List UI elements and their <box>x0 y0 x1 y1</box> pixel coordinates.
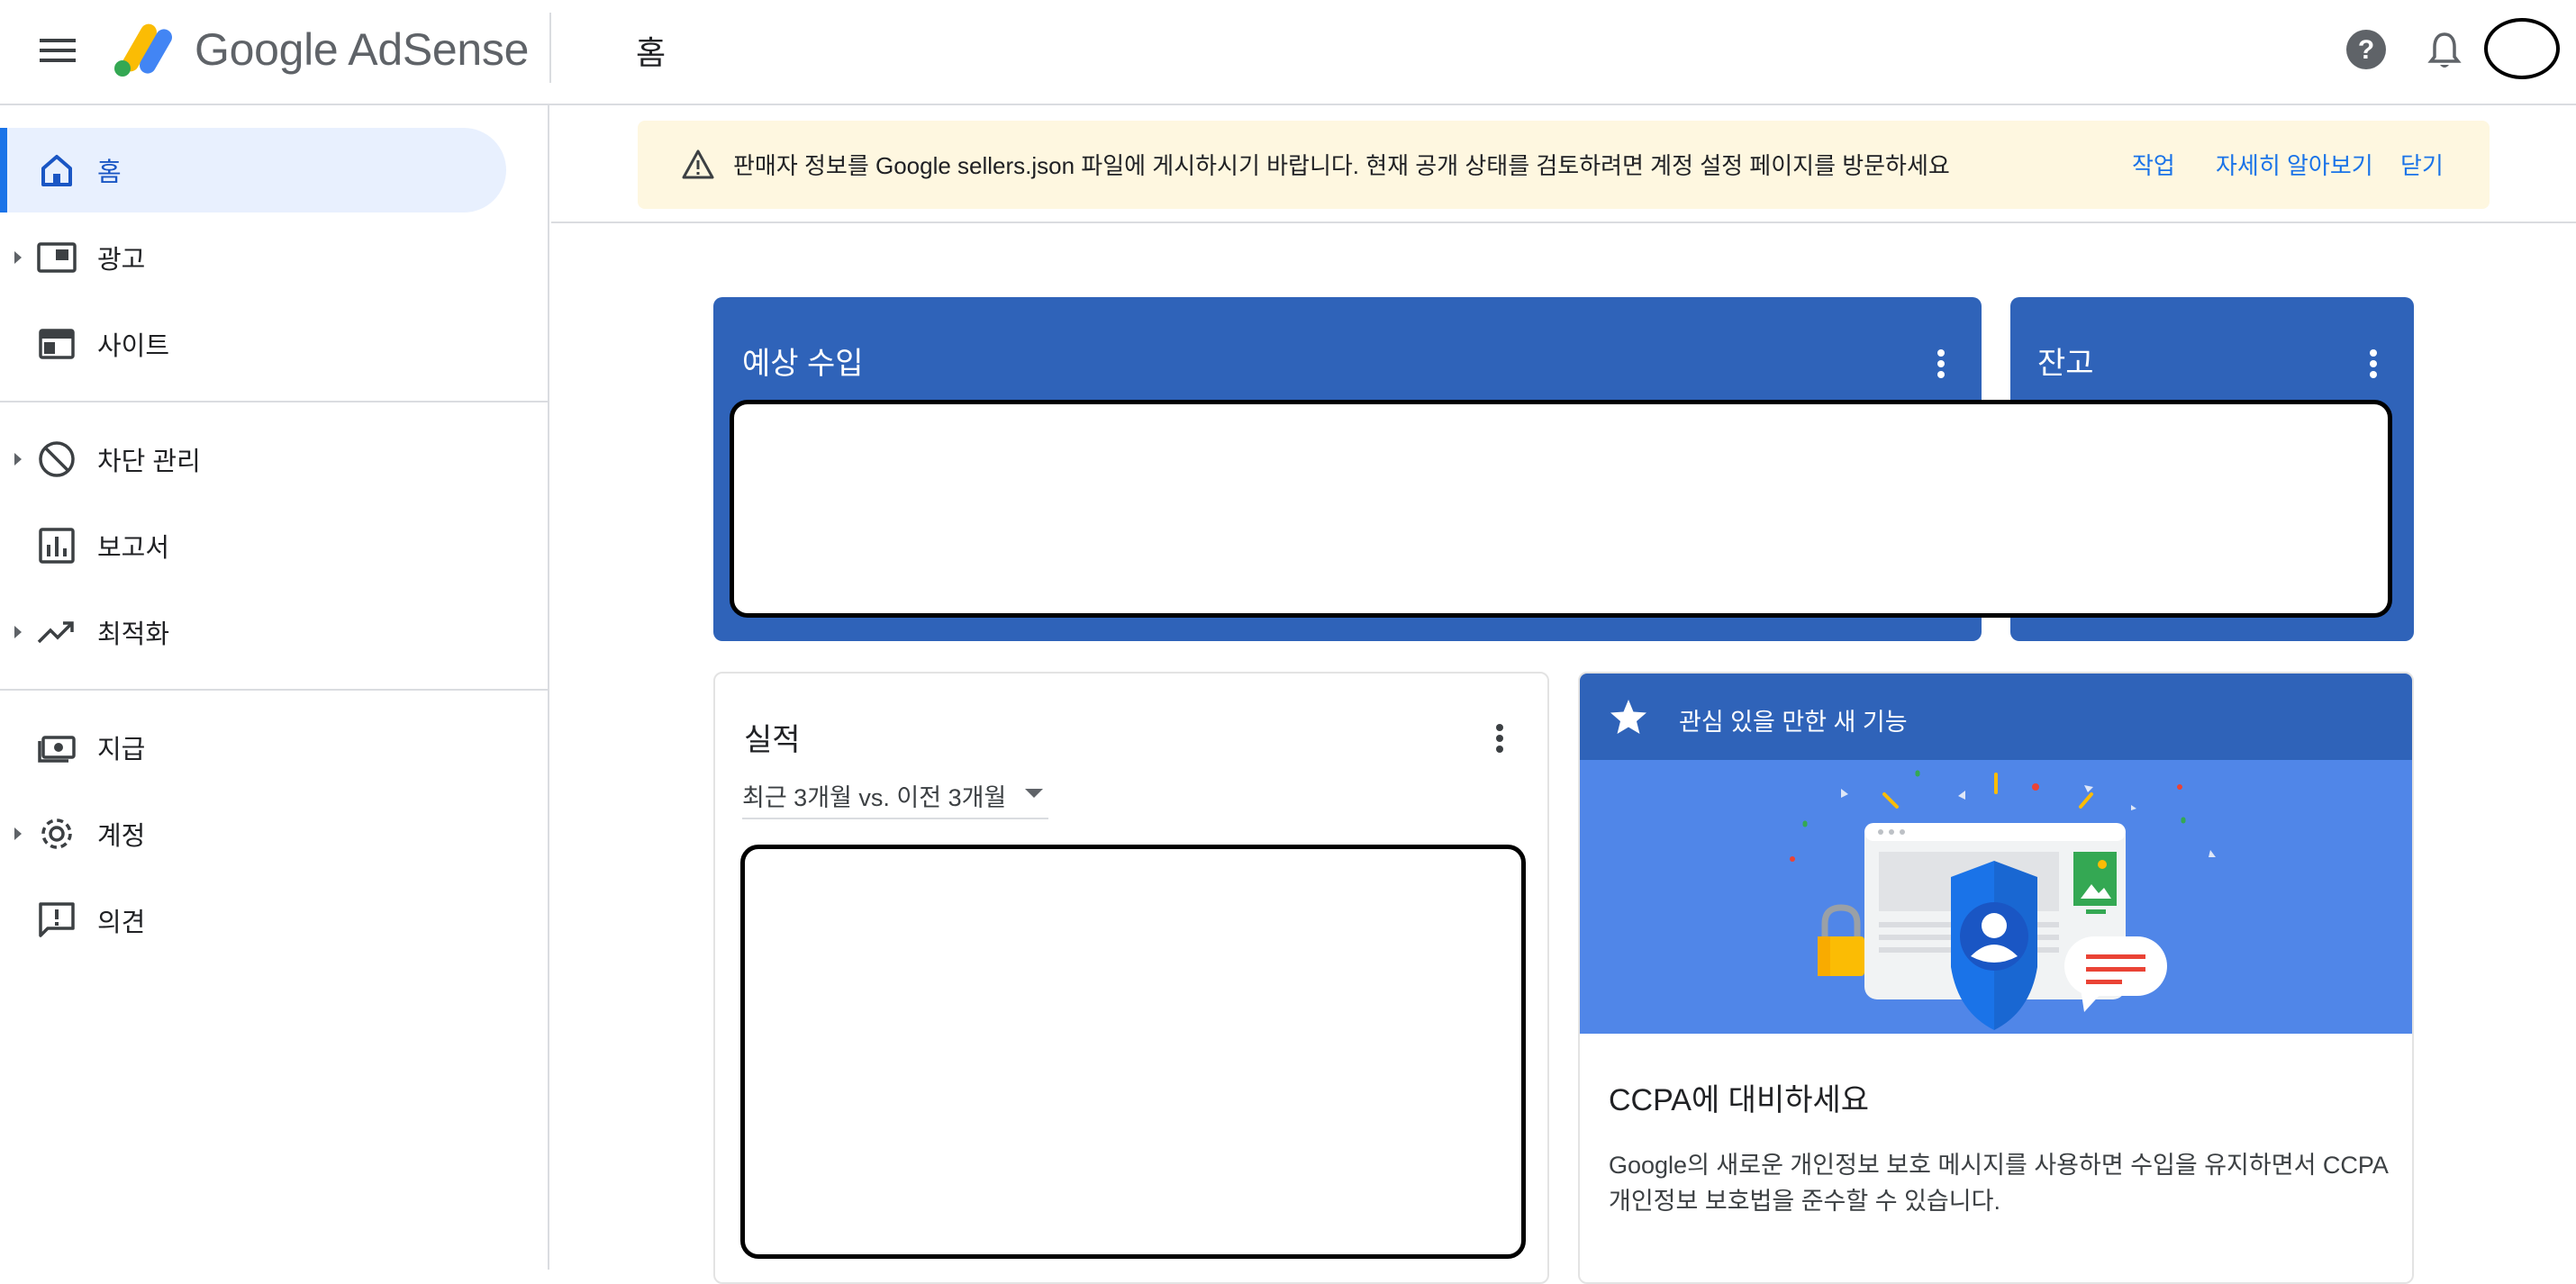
sidebar-nav: 홈 광고 사이트 차단 관리 보고서 최적화 지급 계정 의견 <box>0 105 549 1270</box>
payments-icon <box>36 727 77 768</box>
balance-more-button[interactable] <box>2360 344 2387 387</box>
new-feature-card: 관심 있을 만한 새 기능 CCPA에 대비하세요 Google의 새로운 개인… <box>1578 672 2414 1284</box>
performance-title: 실적 <box>744 723 801 757</box>
feedback-icon <box>36 900 77 941</box>
feature-description: Google의 새로운 개인정보 보호 메시지를 사용하면 수입을 유지하면서 … <box>1609 1152 2388 1215</box>
header-divider <box>549 13 551 83</box>
main-menu-button[interactable] <box>36 29 79 72</box>
feature-card-header: 관심 있을 만한 새 기능 <box>1580 674 2412 760</box>
brand-name: Google AdSense <box>195 24 530 75</box>
block-icon <box>36 439 77 480</box>
gear-icon <box>36 813 77 854</box>
trending-up-icon <box>36 611 77 653</box>
notifications-button[interactable] <box>2421 27 2468 74</box>
hamburger-menu-icon <box>40 37 76 64</box>
sidebar-divider <box>0 689 549 691</box>
more-vert-icon <box>1937 349 1945 378</box>
svg-text:?: ? <box>2358 35 2374 65</box>
balance-title: 잔고 <box>2037 347 2094 381</box>
top-app-bar: Google AdSense 홈 ? <box>0 0 2576 105</box>
dropdown-arrow-icon <box>1025 789 1043 798</box>
sidebar-item-reports[interactable]: 보고서 <box>0 503 504 588</box>
sidebar-item-block-controls[interactable]: 차단 관리 <box>0 417 504 502</box>
more-vert-icon <box>2370 349 2377 378</box>
banner-message: 판매자 정보를 Google sellers.json 파일에 게시하시기 바랍… <box>733 152 1950 179</box>
reports-icon <box>36 525 77 566</box>
ads-icon <box>36 237 77 278</box>
sidebar-item-sites[interactable]: 사이트 <box>0 302 504 386</box>
expand-caret-icon <box>14 453 22 466</box>
sidebar-item-label: 사이트 <box>97 332 170 361</box>
range-select-value: 최근 3개월 vs. 이전 3개월 <box>742 784 1007 811</box>
privacy-illustration <box>1580 760 2412 1034</box>
sidebar-item-label: 홈 <box>97 158 122 187</box>
expand-caret-icon <box>14 626 22 638</box>
sidebar-item-label: 계정 <box>97 822 146 851</box>
sidebar-item-label: 지급 <box>97 736 146 764</box>
performance-more-button[interactable] <box>1486 719 1513 762</box>
banner-close-link[interactable]: 닫기 <box>2400 148 2444 181</box>
sidebar-item-account[interactable]: 계정 <box>0 791 504 876</box>
sellers-json-banner: 판매자 정보를 Google sellers.json 파일에 게시하시기 바랍… <box>638 121 2490 209</box>
estimated-earnings-more-button[interactable] <box>1927 344 1955 387</box>
performance-card: 실적 최근 3개월 vs. 이전 3개월 <box>713 672 1549 1284</box>
sidebar-item-home[interactable]: 홈 <box>0 128 506 212</box>
expand-caret-icon <box>14 251 22 264</box>
star-icon <box>1609 697 1648 737</box>
sidebar-item-label: 차단 관리 <box>97 448 201 476</box>
sidebar-item-label: 최적화 <box>97 620 170 649</box>
sidebar-item-feedback[interactable]: 의견 <box>0 878 504 963</box>
estimated-earnings-title: 예상 수입 <box>742 347 864 381</box>
home-icon <box>36 149 77 191</box>
banner-learn-more-link[interactable]: 자세히 알아보기 <box>2216 148 2373 181</box>
performance-range-select[interactable]: 최근 3개월 vs. 이전 3개월 <box>742 773 1048 819</box>
sidebar-item-label: 광고 <box>97 246 146 275</box>
adsense-logo-icon[interactable] <box>112 16 178 83</box>
feature-header-label: 관심 있을 만한 새 기능 <box>1679 709 1908 736</box>
content-divider <box>551 222 2576 223</box>
sidebar-item-ads[interactable]: 광고 <box>0 215 504 300</box>
banner-action-link[interactable]: 작업 <box>2132 148 2175 181</box>
sites-icon <box>36 323 77 365</box>
sidebar-item-label: 의견 <box>97 909 146 937</box>
sidebar-item-payments[interactable]: 지급 <box>0 705 504 790</box>
feature-title: CCPA에 대비하세요 <box>1609 1083 1870 1117</box>
account-avatar[interactable] <box>2484 18 2560 79</box>
more-vert-icon <box>1496 724 1503 753</box>
sidebar-divider <box>0 401 549 402</box>
expand-caret-icon <box>14 827 22 840</box>
redacted-earnings-region <box>730 400 2392 618</box>
sidebar-item-label: 보고서 <box>97 534 170 563</box>
redacted-performance-region <box>740 845 1526 1259</box>
bell-icon <box>2421 27 2468 74</box>
sidebar-item-optimization[interactable]: 최적화 <box>0 590 504 674</box>
warning-icon <box>681 148 715 182</box>
help-button[interactable]: ? <box>2342 25 2390 74</box>
help-icon: ? <box>2342 25 2390 74</box>
page-title: 홈 <box>636 34 667 71</box>
